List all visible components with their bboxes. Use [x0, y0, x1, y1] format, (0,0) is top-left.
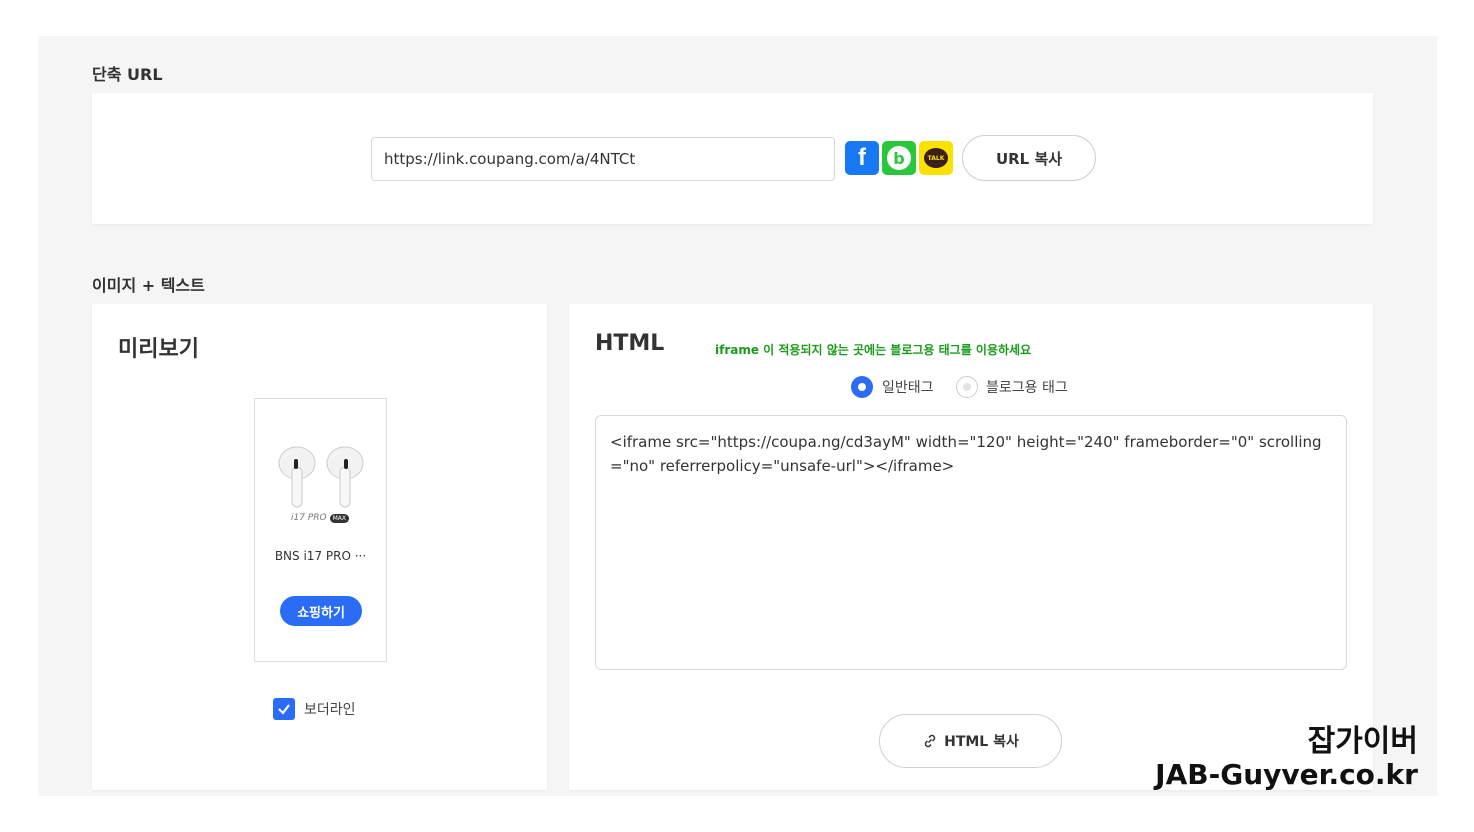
preview-card: 미리보기 i17 PRO MAX BNS i17 PRO ··· 쇼핑하기 보더…: [92, 304, 547, 790]
kakao-bubble: TALK: [924, 148, 948, 168]
product-model-text: i17 PRO: [291, 513, 327, 523]
radio-normal-tag[interactable]: [851, 376, 873, 398]
html-code-textarea[interactable]: <iframe src="https://coupa.ng/cd3ayM" wi…: [595, 415, 1347, 670]
short-url-input[interactable]: https://link.coupang.com/a/4NTCt: [371, 137, 835, 181]
radio-blog-dot: [963, 383, 971, 391]
radio-normal-dot: [858, 383, 866, 391]
band-glyph: b: [893, 148, 905, 168]
earbuds-product-image: [278, 446, 364, 508]
band-share-icon[interactable]: b: [882, 141, 916, 175]
iframe-notice: iframe 이 적용되지 않는 곳에는 블로그용 태그를 이용하세요: [715, 343, 1032, 357]
html-copy-label: HTML 복사: [944, 734, 1019, 750]
short-url-card: https://link.coupang.com/a/4NTCt f b TAL…: [92, 93, 1373, 224]
content-panel: 단축 URL https://link.coupang.com/a/4NTCt …: [38, 36, 1437, 796]
kakao-glyph: TALK: [927, 154, 945, 162]
url-copy-button[interactable]: URL 복사: [962, 135, 1096, 181]
checkmark-icon: [278, 704, 290, 715]
kakaotalk-share-icon[interactable]: TALK: [919, 141, 953, 175]
border-checkbox-label: 보더라인: [304, 702, 356, 718]
preview-title: 미리보기: [118, 337, 199, 362]
link-icon: [924, 734, 936, 748]
radio-normal-label: 일반태그: [882, 380, 934, 396]
product-badge: MAX: [329, 513, 349, 523]
shopping-button[interactable]: 쇼핑하기: [280, 596, 362, 626]
short-url-section-label: 단축 URL: [92, 65, 163, 84]
facebook-glyph: f: [858, 144, 866, 171]
watermark-url: JAB-Guyver.co.kr: [1155, 758, 1418, 791]
image-text-section-label: 이미지 + 텍스트: [92, 276, 205, 295]
product-widget[interactable]: i17 PRO MAX BNS i17 PRO ··· 쇼핑하기: [254, 398, 387, 662]
facebook-share-icon[interactable]: f: [845, 141, 879, 175]
html-copy-button[interactable]: HTML 복사: [879, 714, 1062, 768]
radio-blog-label: 블로그용 태그: [986, 380, 1068, 396]
band-glyph-circle: b: [887, 146, 911, 170]
border-checkbox[interactable]: [273, 698, 295, 720]
html-card: HTML iframe 이 적용되지 않는 곳에는 블로그용 태그를 이용하세요…: [569, 304, 1373, 790]
watermark-title: 잡가이버: [1307, 724, 1418, 759]
product-name: BNS i17 PRO ···: [274, 549, 367, 563]
radio-blog-tag[interactable]: [956, 376, 978, 398]
html-title: HTML: [595, 331, 665, 356]
product-label-row: i17 PRO MAX: [291, 513, 349, 523]
